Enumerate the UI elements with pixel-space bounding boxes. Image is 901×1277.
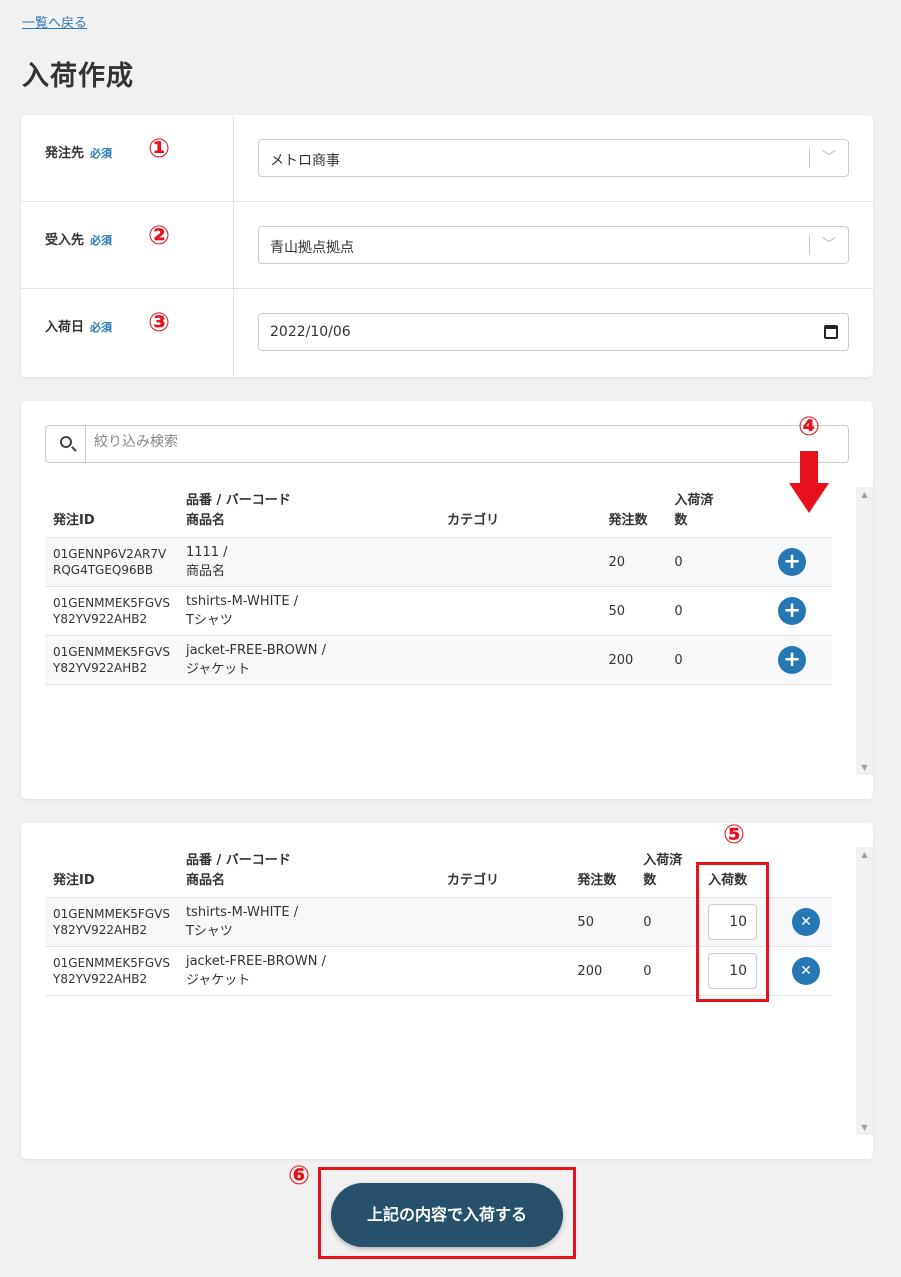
col-sku-name: 品番 / バーコード 商品名 bbox=[177, 491, 440, 538]
ordered-cell: 200 bbox=[569, 946, 636, 996]
required-badge: 必須 bbox=[90, 147, 113, 160]
close-icon: ✕ bbox=[800, 963, 812, 979]
ordered-cell: 20 bbox=[600, 537, 667, 587]
category-cell bbox=[439, 586, 601, 636]
order-id-cell: 01GENMMEK5FGVS Y82YV922AHB2 bbox=[45, 635, 178, 685]
remove-item-button[interactable]: ✕ bbox=[792, 908, 820, 936]
col-order-id: 発注ID bbox=[45, 851, 178, 898]
received-cell: 0 bbox=[635, 897, 701, 947]
category-cell bbox=[439, 537, 601, 587]
order-id-cell: 01GENMMEK5FGVS Y82YV922AHB2 bbox=[45, 897, 178, 947]
sku-name-cell: jacket-FREE-BROWN / ジャケット bbox=[177, 946, 439, 996]
received-cell: 0 bbox=[666, 586, 753, 636]
scroll-up-icon[interactable]: ▲ bbox=[856, 850, 873, 859]
action-cell: ✕ bbox=[780, 946, 832, 996]
col-order-id: 発注ID bbox=[45, 491, 178, 538]
back-to-list-link[interactable]: 一覧へ戻る bbox=[22, 12, 87, 31]
order-id-cell: 01GENNP6V2AR7V RQG4TGEQ96BB bbox=[45, 537, 178, 587]
product-list-scrollbar[interactable]: ▲ ▼ bbox=[856, 487, 873, 775]
ordered-cell: 50 bbox=[600, 586, 667, 636]
annotation-marker-3: ③ bbox=[147, 308, 170, 338]
add-item-button[interactable]: + bbox=[778, 548, 807, 576]
col-category: カテゴリ bbox=[439, 491, 601, 538]
table-row: 01GENMMEK5FGVS Y82YV922AHB2 tshirts-M-WHI… bbox=[45, 586, 832, 636]
receiver-select[interactable]: 青山拠点拠点 ﹀ bbox=[258, 226, 849, 264]
receiver-select-value: 青山拠点拠点 bbox=[270, 240, 354, 256]
required-badge: 必須 bbox=[90, 321, 113, 334]
search-icon bbox=[60, 436, 72, 448]
annotation-marker-5: ⑤ bbox=[722, 820, 745, 850]
receiver-label: 受入先 必須 bbox=[45, 233, 113, 248]
table-row: 01GENMMEK5FGVS Y82YV922AHB2 jacket-FREE-B… bbox=[45, 635, 832, 685]
selected-list-scrollbar[interactable]: ▲ ▼ bbox=[856, 847, 873, 1135]
col-action bbox=[780, 851, 832, 898]
received-cell: 0 bbox=[635, 946, 701, 996]
add-item-button[interactable]: + bbox=[778, 646, 807, 674]
annotation-marker-6: ⑥ bbox=[287, 1161, 310, 1191]
col-category: カテゴリ bbox=[438, 851, 570, 898]
action-cell: + bbox=[752, 586, 832, 636]
plus-icon: + bbox=[783, 598, 801, 622]
page-title: 入荷作成 bbox=[22, 61, 134, 92]
select-separator bbox=[809, 148, 810, 168]
required-badge: 必須 bbox=[90, 234, 113, 247]
filter-search[interactable] bbox=[45, 425, 849, 463]
scroll-down-icon[interactable]: ▼ bbox=[856, 763, 873, 772]
category-cell bbox=[438, 897, 570, 947]
arrival-date-label: 入荷日 必須 bbox=[45, 320, 113, 335]
ordered-cell: 200 bbox=[600, 635, 667, 685]
received-cell: 0 bbox=[666, 537, 753, 587]
product-list-card: ④ ▲ ▼ 発注ID 品番 / バーコード商品名 カテゴリ 発注数 入荷済数 0… bbox=[21, 401, 873, 799]
supplier-label: 発注先 必須 bbox=[45, 146, 113, 161]
category-cell bbox=[439, 635, 601, 685]
submit-arrival-button[interactable]: 上記の内容で入荷する bbox=[331, 1183, 563, 1247]
search-icon-wrap bbox=[46, 426, 86, 462]
sku-name-cell: tshirts-M-WHITE / Tシャツ bbox=[177, 897, 439, 947]
filter-search-input[interactable] bbox=[94, 434, 794, 450]
table-row: 01GENNP6V2AR7V RQG4TGEQ96BB 1111 /商品名 20 … bbox=[45, 537, 832, 587]
chevron-down-icon[interactable]: ﹀ bbox=[822, 234, 836, 254]
plus-icon: + bbox=[783, 647, 801, 671]
order-id-cell: 01GENMMEK5FGVS Y82YV922AHB2 bbox=[45, 586, 178, 636]
remove-item-button[interactable]: ✕ bbox=[792, 957, 820, 985]
arrival-form-card: 発注先 必須 ① メトロ商事 ﹀ 受入先 必須 ② 青山拠点拠点 ﹀ 入荷日 必須 ③… bbox=[21, 115, 873, 377]
annotation-box-qty bbox=[696, 862, 769, 1002]
col-ordered: 発注数 bbox=[600, 491, 667, 538]
receiver-row: 受入先 必須 ② 青山拠点拠点 ﹀ bbox=[21, 202, 873, 289]
scroll-down-icon[interactable]: ▼ bbox=[856, 1123, 873, 1132]
annotation-marker-2: ② bbox=[147, 221, 170, 251]
arrival-date-value: 2022/10/06 bbox=[270, 324, 351, 340]
action-cell: + bbox=[752, 537, 832, 587]
annotation-marker-1: ① bbox=[147, 134, 170, 164]
sku-name-cell: jacket-FREE-BROWN / ジャケット bbox=[177, 635, 440, 685]
plus-icon: + bbox=[783, 549, 801, 573]
category-cell bbox=[438, 946, 570, 996]
action-cell: ✕ bbox=[780, 897, 832, 947]
col-action bbox=[752, 491, 832, 538]
sku-name-cell: 1111 /商品名 bbox=[177, 537, 440, 587]
sku-name-cell: tshirts-M-WHITE / Tシャツ bbox=[177, 586, 440, 636]
col-received: 入荷済数 bbox=[666, 491, 753, 538]
table-header-row: 発注ID 品番 / バーコード 商品名 カテゴリ 発注数 入荷済数 bbox=[45, 491, 832, 538]
supplier-select[interactable]: メトロ商事 ﹀ bbox=[258, 139, 849, 177]
supplier-row: 発注先 必須 ① メトロ商事 ﹀ bbox=[21, 115, 873, 202]
scroll-up-icon[interactable]: ▲ bbox=[856, 490, 873, 499]
order-id-cell: 01GENMMEK5FGVS Y82YV922AHB2 bbox=[45, 946, 178, 996]
received-cell: 0 bbox=[666, 635, 753, 685]
arrival-date-input[interactable]: 2022/10/06 bbox=[258, 313, 849, 351]
add-item-button[interactable]: + bbox=[778, 597, 807, 625]
supplier-select-value: メトロ商事 bbox=[270, 153, 340, 169]
select-separator bbox=[809, 235, 810, 255]
col-sku-name: 品番 / バーコード 商品名 bbox=[177, 851, 439, 898]
col-received: 入荷済数 bbox=[635, 851, 701, 898]
close-icon: ✕ bbox=[800, 914, 812, 930]
col-ordered: 発注数 bbox=[569, 851, 636, 898]
ordered-cell: 50 bbox=[569, 897, 636, 947]
action-cell: + bbox=[752, 635, 832, 685]
arrival-date-row: 入荷日 必須 ③ 2022/10/06 bbox=[21, 289, 873, 377]
annotation-marker-4: ④ bbox=[797, 412, 820, 442]
product-list-table: 発注ID 品番 / バーコード 商品名 カテゴリ 発注数 入荷済数 01GENNP… bbox=[45, 491, 832, 685]
calendar-icon[interactable] bbox=[824, 325, 838, 339]
chevron-down-icon[interactable]: ﹀ bbox=[822, 147, 836, 167]
